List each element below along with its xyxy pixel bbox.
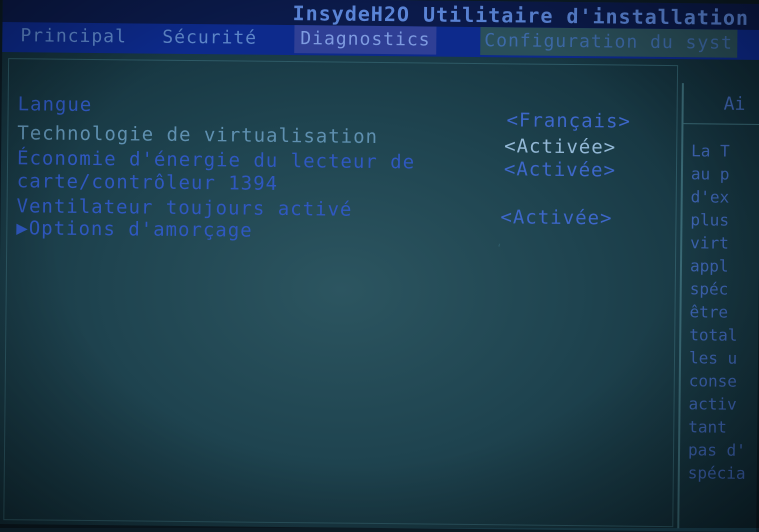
setting-value-ventilateur[interactable]: <Activée> xyxy=(500,206,612,229)
help-line: plus xyxy=(690,210,730,230)
bios-screen: InsydeH2O Utilitaire d'installation Prin… xyxy=(0,0,759,532)
menu-tab-principal[interactable]: Principal xyxy=(20,22,127,51)
separator-tick: ‘ xyxy=(496,243,503,255)
setting-label-langue[interactable]: Langue xyxy=(18,93,93,116)
setting-label-economie-energie[interactable]: Économie d'énergie du lecteur de xyxy=(17,147,415,173)
help-divider xyxy=(683,123,759,126)
setting-value-economie-energie[interactable]: <Activée> xyxy=(504,158,616,181)
menu-tab-securite[interactable]: Sécurité xyxy=(162,24,257,53)
help-line: spécia xyxy=(687,463,746,483)
menu-tab-diagnostics[interactable]: Diagnostics xyxy=(294,25,437,55)
help-header: Ai xyxy=(723,93,746,115)
help-line: tant xyxy=(688,417,727,437)
setting-label-economie-energie-line2[interactable]: carte/contrôleur 1394 xyxy=(17,170,278,195)
help-line: être xyxy=(689,302,729,322)
help-panel: Ai La T au p d'ex plus virt appl spéc êt… xyxy=(677,83,759,530)
help-line: total xyxy=(689,325,738,345)
help-line: d'ex xyxy=(690,187,730,207)
setting-value-virtualisation[interactable]: <Activée> xyxy=(504,135,616,158)
help-line: les u xyxy=(688,348,738,368)
setting-label-virtualisation[interactable]: Technologie de virtualisation xyxy=(17,122,378,148)
help-line: conse xyxy=(688,371,738,391)
help-line: appl xyxy=(689,256,729,276)
setting-value-langue[interactable]: <Français> xyxy=(506,109,631,132)
help-line: activ xyxy=(688,394,737,414)
submenu-options-amorcage[interactable]: ▶Options d'amorçage xyxy=(16,217,253,241)
help-line: virt xyxy=(690,233,729,253)
help-line: pas d' xyxy=(687,440,746,460)
menu-tab-configuration[interactable]: Configuration du syst xyxy=(480,27,738,58)
help-line: La T xyxy=(691,141,730,161)
help-line: spéc xyxy=(689,279,729,299)
help-line: au p xyxy=(690,164,730,184)
